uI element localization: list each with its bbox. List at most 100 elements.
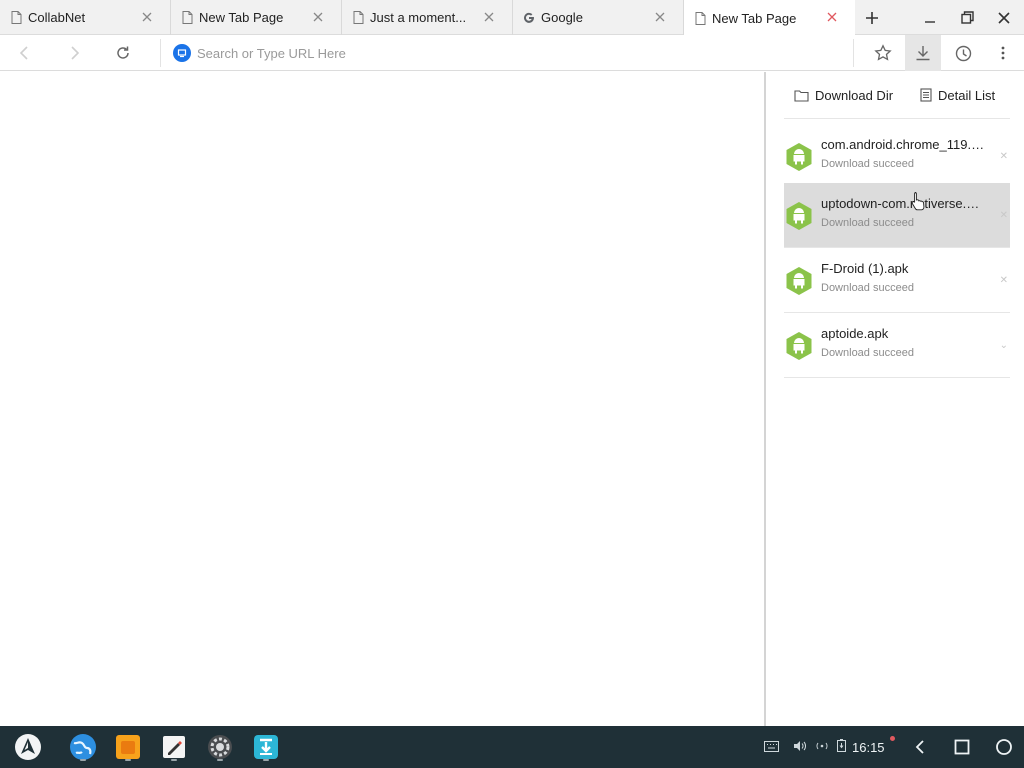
browser-window: CollabNet New Tab Page Just a moment... … (0, 0, 1024, 768)
tab-google[interactable]: Google (513, 0, 684, 35)
download-status: Download succeed (821, 282, 914, 294)
close-icon (998, 11, 1010, 24)
download-status: Download succeed (821, 158, 914, 170)
android-apk-icon (786, 332, 812, 360)
downloads-button[interactable] (905, 35, 941, 71)
close-icon[interactable] (311, 10, 325, 24)
close-icon[interactable] (653, 10, 667, 24)
site-info-icon[interactable] (173, 44, 191, 62)
close-icon[interactable] (825, 10, 839, 24)
page-icon (352, 11, 364, 25)
new-tab-button[interactable] (855, 0, 889, 35)
downloads-panel-header: Download Dir Detail List (784, 72, 1010, 119)
remove-download-icon[interactable]: ✕ (1000, 151, 1008, 162)
download-status: Download succeed (821, 217, 914, 229)
download-item[interactable]: uptodown-com.r...tiverse.br... Download … (784, 183, 1010, 248)
list-icon (920, 88, 932, 102)
android-apk-icon (786, 202, 812, 230)
page-content[interactable] (0, 72, 764, 726)
refresh-icon (117, 46, 129, 59)
download-file-name: com.android.chrome_119.0.... (821, 137, 986, 152)
bookmark-button[interactable] (865, 35, 901, 71)
tab-label: New Tab Page (712, 10, 797, 26)
back-triangle-icon (915, 740, 924, 754)
tab-collabnet[interactable]: CollabNet (0, 0, 171, 35)
download-status: Download succeed (821, 347, 914, 359)
wifi-icon[interactable] (815, 740, 829, 755)
close-window-button[interactable] (986, 0, 1022, 35)
google-icon (523, 11, 535, 25)
running-indicator (263, 759, 269, 761)
tab-strip: CollabNet New Tab Page Just a moment... … (0, 0, 1024, 36)
chevron-left-icon (19, 46, 28, 60)
tab-new-tab-page-active[interactable]: New Tab Page (684, 0, 855, 36)
plus-icon (866, 11, 878, 24)
download-file-name: F-Droid (1).apk (821, 261, 909, 276)
running-indicator (125, 759, 131, 761)
folder-icon (794, 89, 809, 102)
history-button[interactable] (945, 35, 981, 71)
back-button[interactable] (6, 35, 42, 71)
address-placeholder: Search or Type URL Here (197, 45, 346, 61)
notification-dot (890, 736, 895, 741)
tab-just-a-moment[interactable]: Just a moment... (342, 0, 513, 35)
hand-cursor-icon (911, 192, 925, 211)
clock-text[interactable]: 16:15 (852, 740, 885, 755)
restore-button[interactable] (949, 0, 985, 35)
remove-download-icon[interactable]: ⌄ (1000, 340, 1008, 351)
page-icon (181, 11, 193, 25)
circle-home-icon (996, 739, 1012, 755)
running-indicator (217, 759, 223, 761)
download-file-name: uptodown-com.r...tiverse.br... (821, 196, 986, 211)
nav-recents-button[interactable] (942, 726, 982, 768)
address-bar[interactable]: Search or Type URL Here (160, 39, 854, 67)
running-indicator (80, 759, 86, 761)
battery-icon[interactable] (837, 739, 846, 755)
close-icon[interactable] (140, 10, 154, 24)
download-item[interactable]: aptoide.apk Download succeed ⌄ (784, 313, 1010, 378)
tab-label: Just a moment... (370, 10, 467, 25)
nav-back-button[interactable] (900, 726, 940, 768)
download-dir-label: Download Dir (815, 87, 894, 103)
minimize-icon (925, 20, 935, 23)
taskbar: 16:15 (0, 726, 1024, 768)
volume-icon[interactable] (793, 740, 807, 755)
browser-icon[interactable] (68, 732, 98, 762)
close-icon[interactable] (482, 10, 496, 24)
chevron-right-icon (71, 46, 80, 60)
android-apk-icon (786, 267, 812, 295)
system-tray: 16:15 (764, 726, 895, 768)
page-icon (694, 11, 706, 25)
download-icon (916, 46, 930, 61)
tab-label: Google (541, 10, 583, 25)
forward-button[interactable] (57, 35, 93, 71)
menu-button[interactable] (985, 35, 1021, 71)
download-item[interactable]: com.android.chrome_119.0.... Download su… (784, 124, 1010, 189)
minimize-button[interactable] (912, 0, 948, 35)
more-vert-icon (1001, 46, 1005, 60)
downloads-panel: Download Dir Detail List com.android.chr… (764, 72, 1024, 726)
notes-icon[interactable] (159, 732, 189, 762)
keyboard-icon[interactable] (764, 740, 779, 755)
tab-new-tab-page-1[interactable]: New Tab Page (171, 0, 342, 35)
star-icon (874, 44, 892, 61)
settings-icon[interactable] (205, 732, 235, 762)
tab-label: New Tab Page (199, 10, 284, 25)
remove-download-icon[interactable]: ✕ (1000, 210, 1008, 221)
clock-icon (955, 45, 971, 61)
square-icon (954, 739, 970, 755)
download-item[interactable]: F-Droid (1).apk Download succeed ✕ (784, 248, 1010, 313)
remove-download-icon[interactable]: ✕ (1000, 275, 1008, 286)
android-apk-icon (786, 143, 812, 171)
files-icon[interactable] (113, 732, 143, 762)
page-icon (10, 11, 22, 25)
download-file-name: aptoide.apk (821, 326, 889, 341)
detail-list-button[interactable]: Detail List (920, 88, 995, 103)
download-dir-button[interactable]: Download Dir (794, 88, 893, 103)
reload-button[interactable] (105, 35, 141, 71)
navigation-toolbar: Search or Type URL Here (0, 35, 1024, 71)
launcher-icon[interactable] (13, 732, 43, 762)
store-icon[interactable] (251, 732, 281, 762)
running-indicator (171, 759, 177, 761)
nav-home-button[interactable] (984, 726, 1024, 768)
